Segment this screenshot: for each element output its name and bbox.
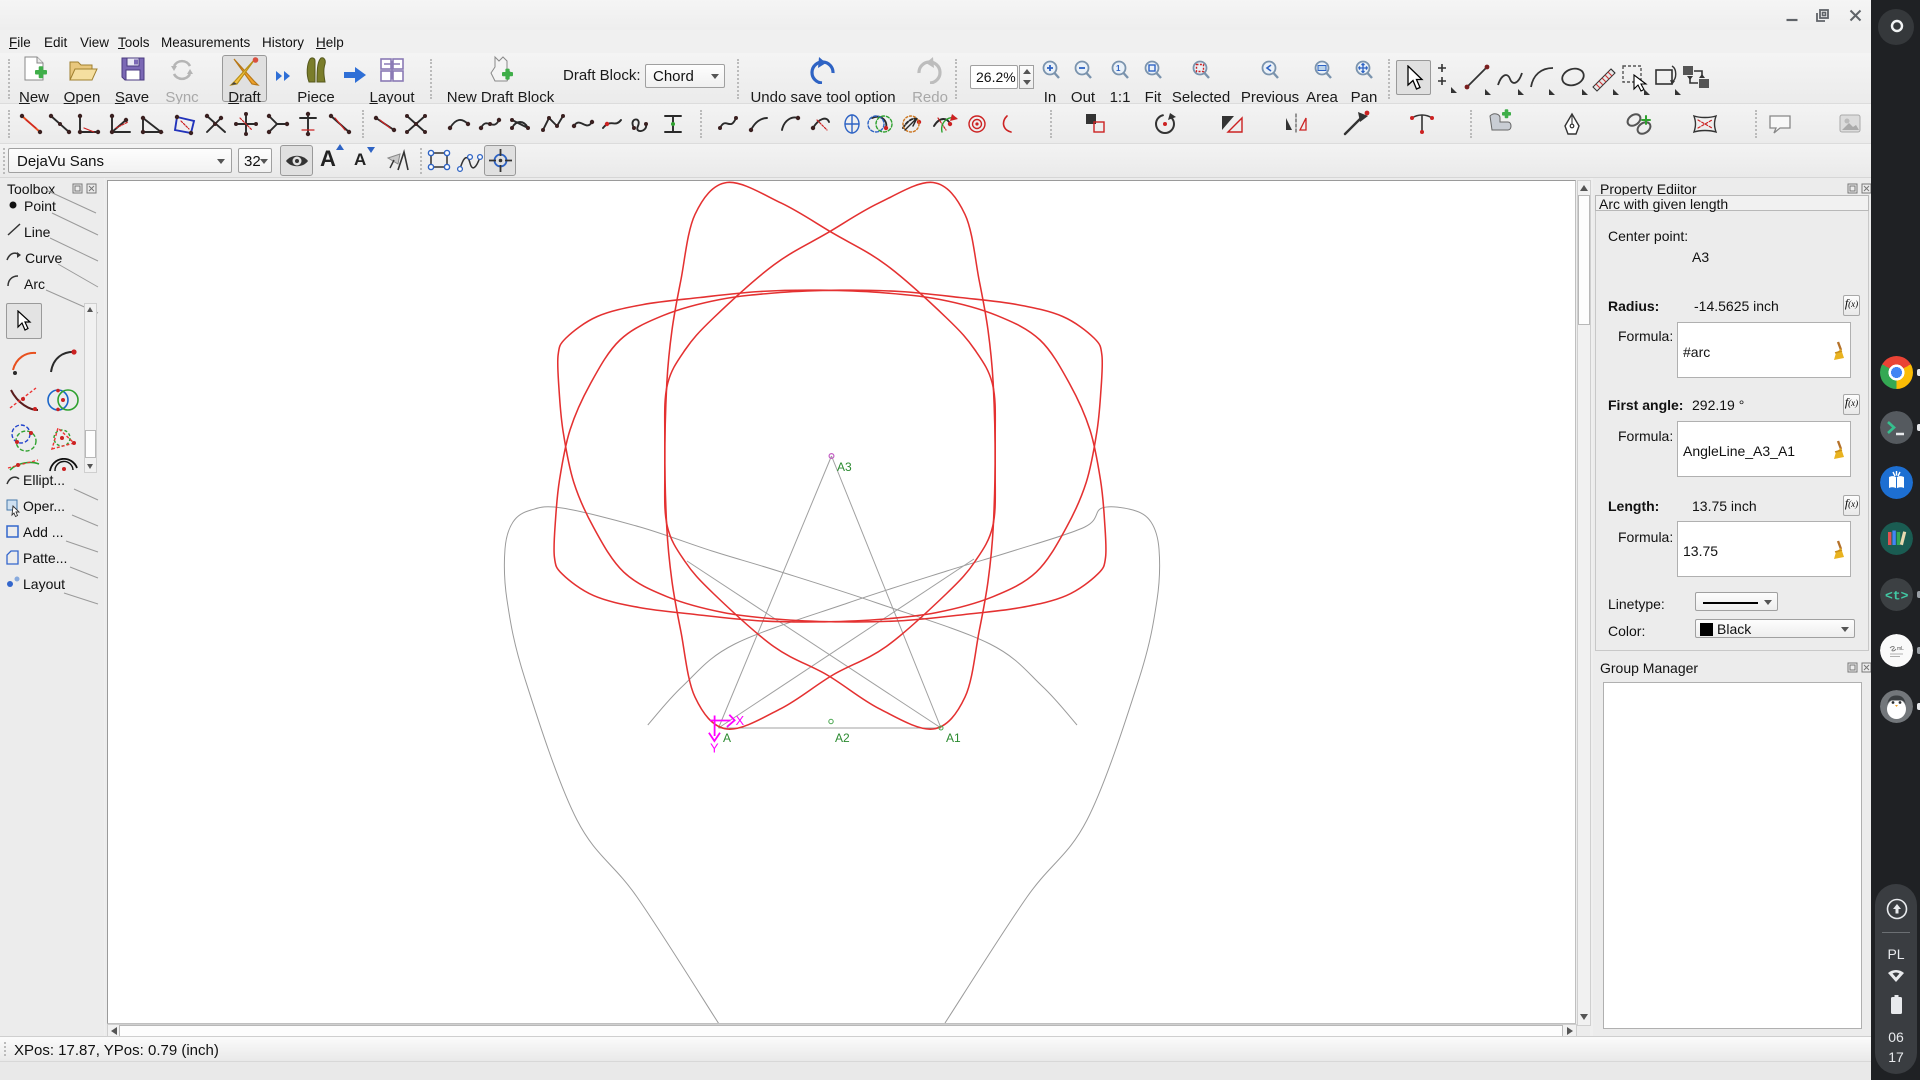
svg-text:A2: A2 (835, 731, 850, 745)
svg-text:A: A (723, 731, 731, 745)
svg-text:X: X (736, 713, 745, 728)
svg-text:Y: Y (710, 741, 719, 756)
svg-text:A1: A1 (946, 731, 961, 745)
svg-text:<t>: <t> (1885, 589, 1909, 604)
svg-text:1: 1 (1116, 64, 1121, 73)
svg-text:A3: A3 (837, 460, 852, 474)
svg-text:mL: mL (1897, 646, 1904, 652)
